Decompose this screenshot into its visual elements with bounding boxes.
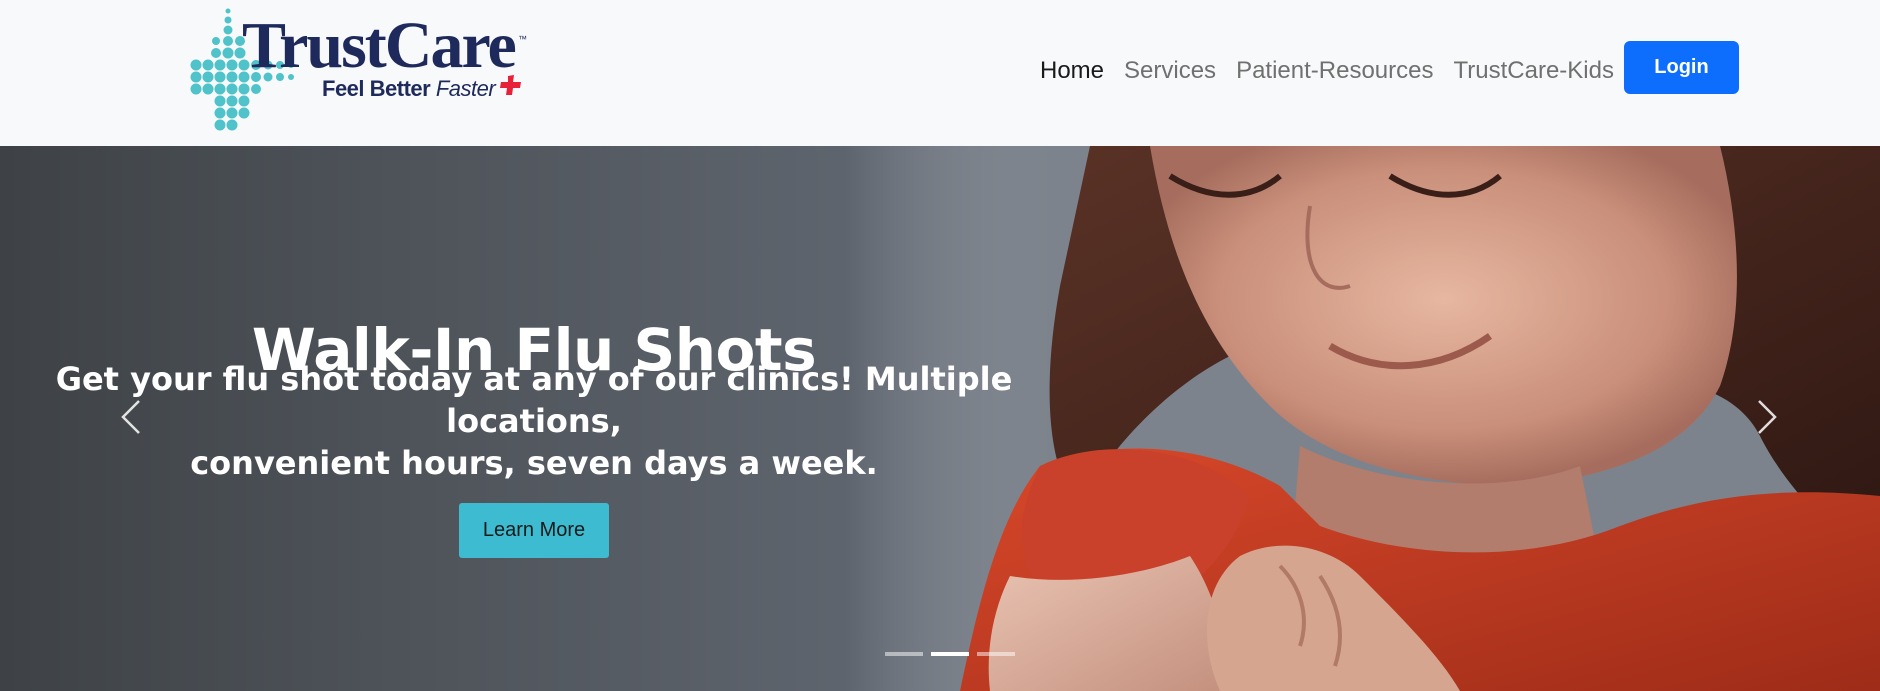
nav-link-services[interactable]: Services: [1114, 50, 1226, 92]
login-button[interactable]: Login: [1624, 41, 1739, 94]
red-plus-icon: [500, 75, 521, 95]
logo-wordmark: TrustCare: [242, 9, 517, 82]
navbar: TrustCare ™ Feel Better Faster Home Serv…: [0, 0, 1880, 146]
main-nav: Home Services Patient-Resources TrustCar…: [1030, 50, 1624, 92]
chevron-right-icon: [1758, 400, 1777, 434]
carousel-indicators: [885, 652, 1015, 656]
hero-subtitle-line-2: convenient hours, seven days a week.: [190, 444, 878, 482]
logo-trademark: ™: [518, 34, 527, 44]
logo-tagline-italic: Faster: [435, 76, 496, 101]
nav-link-home[interactable]: Home: [1030, 50, 1114, 92]
nav-link-patient-resources[interactable]: Patient-Resources: [1226, 50, 1443, 92]
chevron-left-icon: [121, 400, 140, 434]
learn-more-button[interactable]: Learn More: [459, 503, 609, 558]
carousel-prev-button[interactable]: [113, 397, 153, 437]
hero-carousel: Walk-In Flu Shots Get your flu shot toda…: [0, 146, 1880, 691]
nav-link-trustcare-kids[interactable]: TrustCare-Kids: [1444, 50, 1624, 92]
carousel-indicator-2[interactable]: [931, 652, 969, 656]
hero-subtitle: Get your flu shot today at any of our cl…: [20, 358, 1048, 484]
hero-subtitle-line-1: Get your flu shot today at any of our cl…: [55, 360, 1013, 440]
logo-tagline-bold: Feel Better: [322, 76, 431, 101]
logo-tagline: Feel Better Faster: [322, 76, 496, 102]
trustcare-logo[interactable]: TrustCare ™ Feel Better Faster: [190, 6, 540, 134]
carousel-next-button[interactable]: [1745, 397, 1785, 437]
carousel-indicator-3[interactable]: [977, 652, 1015, 656]
carousel-indicator-1[interactable]: [885, 652, 923, 656]
